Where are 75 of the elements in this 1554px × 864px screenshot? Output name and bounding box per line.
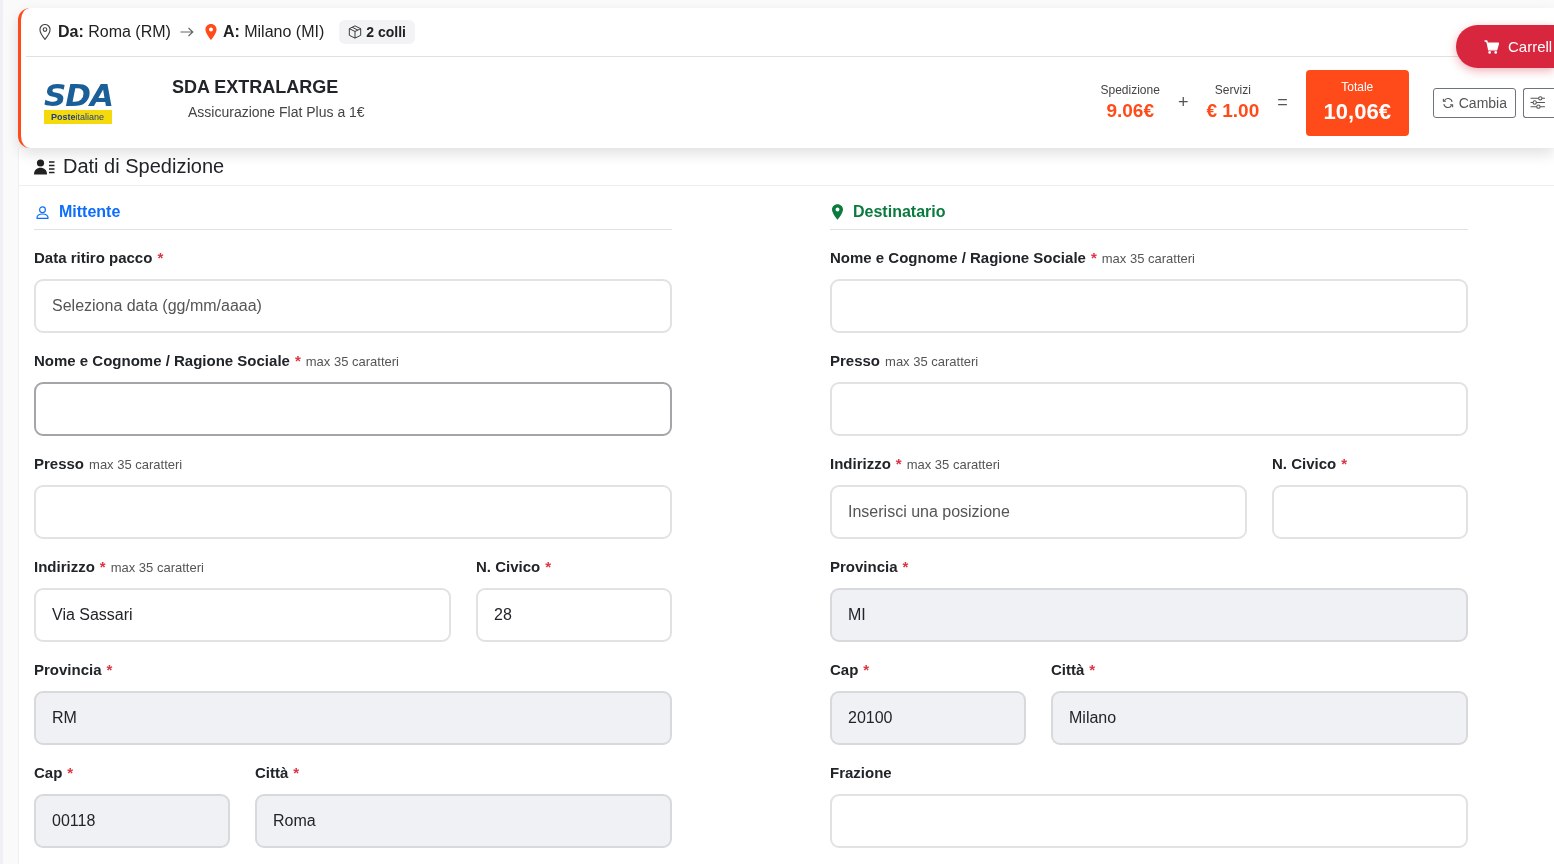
input-field[interactable] [34, 382, 672, 436]
field-hint: max 35 caratteri [89, 457, 183, 472]
field-hint: max 35 caratteri [885, 354, 979, 369]
price-label: Spedizione [1100, 83, 1160, 97]
change-button[interactable]: Cambia [1432, 87, 1516, 118]
field-label: Presso [830, 352, 881, 369]
route-origin: Da: Roma (RM) [58, 23, 171, 41]
pin-icon [204, 24, 217, 40]
cart-icon [1484, 39, 1499, 54]
price-value: 9.06€ [1106, 100, 1154, 122]
required-mark: * [99, 558, 106, 575]
required-mark: * [1090, 249, 1097, 266]
price-label: Servizi [1214, 83, 1251, 97]
field-label: Cap [34, 764, 63, 781]
field-label: Cap [830, 661, 859, 678]
sliders-icon [1530, 96, 1545, 109]
field-hint: max 35 caratteri [305, 354, 399, 369]
required-mark: * [67, 764, 74, 781]
field-hint: max 35 caratteri [110, 560, 204, 575]
refresh-icon [1441, 96, 1454, 109]
input-field[interactable]: RM [34, 691, 672, 745]
field-label: N. Civico [476, 558, 541, 575]
field-label: Provincia [34, 661, 102, 678]
field-label: Indirizzo [830, 455, 891, 472]
package-count: 2 colli [366, 24, 406, 40]
service-name: SDA EXTRALARGE [172, 77, 340, 98]
input-field[interactable]: 28 [476, 588, 672, 642]
logo-wordmark: SDA [44, 81, 114, 109]
logo-tagline: Posteitaliane [44, 109, 112, 124]
field-label: Nome e Cognome / Ragione Sociale [830, 249, 1086, 266]
required-mark: * [863, 661, 870, 678]
total-value: 10,06€ [1323, 99, 1391, 125]
route-destination: A: Milano (MI) [222, 23, 325, 41]
field-label: Città [255, 764, 289, 781]
required-mark: * [157, 249, 164, 266]
arrow-right-icon [179, 27, 194, 37]
required-mark: * [545, 558, 552, 575]
required-mark: * [294, 352, 301, 369]
price-operator: = [1277, 92, 1288, 113]
field-label: Data ritiro pacco [34, 249, 153, 266]
total-label: Totale [1341, 80, 1374, 94]
column-title: Mittente [59, 203, 121, 221]
field-hint: max 35 caratteri [1101, 251, 1195, 266]
input-field[interactable]: Via Sassari [34, 588, 451, 642]
price-value: € 1.00 [1206, 100, 1260, 122]
required-mark: * [895, 455, 902, 472]
required-mark: * [902, 558, 909, 575]
input-field[interactable]: MI [830, 588, 1468, 642]
input-field[interactable]: Milano [1051, 691, 1468, 745]
field-hint: max 35 caratteri [906, 457, 1000, 472]
service-option: Assicurazione Flat Plus a 1€ [172, 104, 365, 120]
cart-button[interactable]: Carrell [1456, 25, 1554, 68]
pin-icon [832, 204, 843, 220]
field-label: Indirizzo [34, 558, 95, 575]
input-field[interactable]: 20100 [830, 691, 1026, 745]
field-label: Provincia [830, 558, 898, 575]
options-button[interactable] [1523, 87, 1554, 118]
required-mark: * [293, 764, 300, 781]
box-icon [348, 25, 363, 39]
price-operator: + [1177, 92, 1189, 113]
required-mark: * [106, 661, 113, 678]
user-icon [36, 205, 49, 219]
section-title: Dati di Spedizione [63, 155, 225, 178]
user-list-icon [34, 158, 55, 175]
field-label: Frazione [830, 764, 892, 781]
column-title: Destinatario [853, 203, 946, 221]
required-mark: * [1089, 661, 1096, 678]
field-label: Città [1051, 661, 1085, 678]
required-mark: * [1341, 455, 1348, 472]
field-label: N. Civico [1272, 455, 1337, 472]
pin-outline-icon [39, 24, 51, 40]
field-label: Presso [34, 455, 85, 472]
field-label: Nome e Cognome / Ragione Sociale [34, 352, 290, 369]
input-field[interactable]: 00118 [34, 794, 230, 848]
input-field[interactable]: Roma [255, 794, 672, 848]
